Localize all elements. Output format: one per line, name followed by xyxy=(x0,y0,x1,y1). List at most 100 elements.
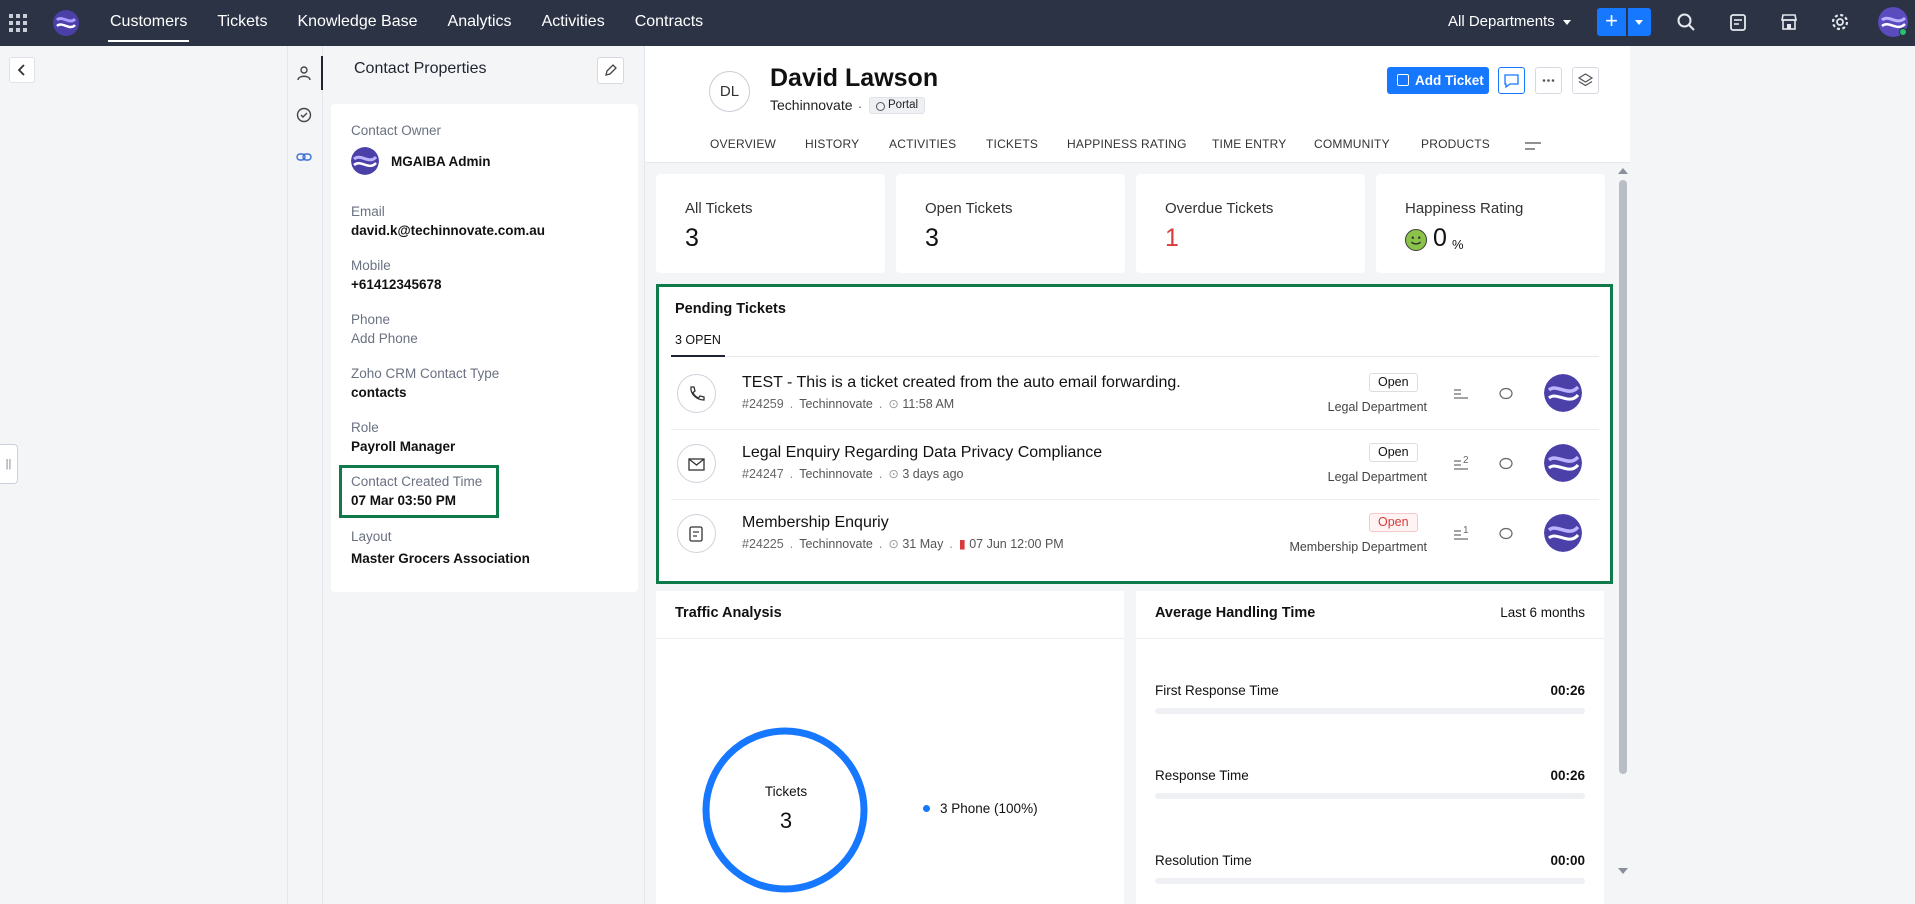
desk-logo[interactable] xyxy=(52,9,80,37)
status-badge[interactable]: Open xyxy=(1369,513,1418,532)
tab-open-tickets[interactable]: 3 OPEN xyxy=(675,333,721,347)
donut-center-value: 3 xyxy=(779,808,793,833)
metric-value: 00:26 xyxy=(1550,768,1585,783)
tab-activities[interactable]: ACTIVITIES xyxy=(889,137,956,151)
notes-icon[interactable] xyxy=(1728,12,1748,32)
tab-community[interactable]: COMMUNITY xyxy=(1314,137,1390,151)
comment-icon[interactable] xyxy=(1498,527,1514,541)
open-tickets-card[interactable]: Open Tickets 3 xyxy=(896,174,1125,273)
thread-list-icon[interactable] xyxy=(1453,387,1469,401)
scroll-up-arrow-icon[interactable] xyxy=(1618,168,1628,174)
nav-analytics[interactable]: Analytics xyxy=(448,0,512,46)
comment-icon[interactable] xyxy=(1498,387,1514,401)
portal-badge: Portal xyxy=(869,97,926,114)
ticket-number[interactable]: #24225 xyxy=(742,537,784,551)
card-title: Average Handling Time xyxy=(1155,605,1316,621)
assignee-avatar[interactable] xyxy=(1544,514,1582,552)
online-status-indicator xyxy=(1899,28,1907,36)
more-options-button[interactable] xyxy=(1535,67,1562,94)
ticket-subject[interactable]: Legal Enquiry Regarding Data Privacy Com… xyxy=(742,444,1102,462)
mobile-value[interactable]: +61412345678 xyxy=(351,277,441,292)
role-value[interactable]: Payroll Manager xyxy=(351,439,455,454)
ticket-number[interactable]: #24247 xyxy=(742,467,784,481)
ticket-account[interactable]: Techinnovate xyxy=(799,537,873,551)
left-gutter xyxy=(0,46,287,904)
tab-products[interactable]: PRODUCTS xyxy=(1421,137,1490,151)
edit-properties-button[interactable] xyxy=(597,57,624,84)
new-item-button[interactable]: + xyxy=(1597,8,1626,36)
clock-icon: ⊙ xyxy=(888,397,899,411)
properties-card xyxy=(331,104,638,592)
panel-collapse-handle[interactable]: || xyxy=(0,444,18,484)
legend-item-phone[interactable]: 3 Phone (100%) xyxy=(940,801,1038,816)
tab-overview[interactable]: OVERVIEW xyxy=(710,137,777,166)
contact-person-icon[interactable] xyxy=(296,65,312,81)
more-dots-icon xyxy=(1542,79,1555,82)
back-button[interactable] xyxy=(9,57,35,83)
layout-label: Layout xyxy=(351,529,392,544)
nav-tickets[interactable]: Tickets xyxy=(217,0,267,46)
ticket-subject[interactable]: Membership Enquriy xyxy=(742,514,889,532)
assignee-avatar[interactable] xyxy=(1544,444,1582,482)
add-phone-link[interactable]: Add Phone xyxy=(351,331,418,346)
metric-value: 00:00 xyxy=(1550,853,1585,868)
nav-customers[interactable]: Customers xyxy=(107,0,190,46)
stat-value: 1 xyxy=(1165,224,1179,252)
status-badge[interactable]: Open xyxy=(1369,443,1418,462)
period-selector[interactable]: Last 6 months xyxy=(1500,605,1585,620)
marketplace-icon[interactable] xyxy=(1779,12,1799,32)
email-icon xyxy=(688,458,705,471)
layout-value[interactable]: Master Grocers Association xyxy=(351,551,530,566)
thread-count: 2 xyxy=(1463,455,1469,466)
overdue-tickets-card[interactable]: Overdue Tickets 1 xyxy=(1136,174,1365,273)
assignee-avatar[interactable] xyxy=(1544,374,1582,412)
search-icon[interactable] xyxy=(1676,12,1696,32)
form-channel-badge xyxy=(677,514,716,553)
layers-button[interactable] xyxy=(1572,67,1599,94)
tab-time-entry[interactable]: TIME ENTRY xyxy=(1212,137,1286,151)
due-flag-icon: ▮ xyxy=(958,537,966,551)
status-badge[interactable]: Open xyxy=(1369,373,1418,392)
crm-type-value: contacts xyxy=(351,385,407,400)
row-divider xyxy=(671,499,1599,500)
ticket-department: Membership Department xyxy=(1289,540,1427,554)
happiness-rating-card[interactable]: Happiness Rating 0 % xyxy=(1376,174,1605,273)
settings-gear-icon[interactable] xyxy=(1830,12,1850,32)
crm-type-label: Zoho CRM Contact Type xyxy=(351,366,500,381)
created-time-value: 07 Mar 03:50 PM xyxy=(351,493,457,508)
scrollbar-thumb[interactable] xyxy=(1619,180,1627,774)
mobile-label: Mobile xyxy=(351,258,391,273)
ticket-subject[interactable]: TEST - This is a ticket created from the… xyxy=(742,374,1181,392)
chat-button[interactable] xyxy=(1498,67,1525,94)
ticket-number[interactable]: #24259 xyxy=(742,397,784,411)
email-value[interactable]: david.k@techinnovate.com.au xyxy=(351,223,545,238)
tab-menu-icon[interactable] xyxy=(1525,141,1541,151)
ticket-time: 3 days ago xyxy=(902,467,964,481)
nav-knowledge-base[interactable]: Knowledge Base xyxy=(297,0,417,46)
chevron-left-icon xyxy=(17,64,25,76)
check-circle-icon[interactable] xyxy=(296,107,312,123)
new-item-dropdown-button[interactable] xyxy=(1628,8,1651,36)
form-icon xyxy=(689,526,703,542)
tab-tickets[interactable]: TICKETS xyxy=(986,137,1038,151)
email-channel-badge xyxy=(677,444,716,483)
link-icon[interactable] xyxy=(296,149,312,165)
stat-label: All Tickets xyxy=(685,200,753,217)
ticket-account[interactable]: Techinnovate xyxy=(799,467,873,481)
app-grid-icon[interactable] xyxy=(8,13,28,33)
tab-happiness-rating[interactable]: HAPPINESS RATING xyxy=(1067,137,1187,151)
contact-name: David Lawson xyxy=(770,64,939,92)
tab-history[interactable]: HISTORY xyxy=(805,137,859,151)
ticket-meta: #24225. Techinnovate. ⊙ 31 May. ▮ 07 Jun 12… xyxy=(742,537,1064,551)
owner-name[interactable]: MGAIBA Admin xyxy=(391,154,491,169)
department-selector[interactable]: All Departments xyxy=(1448,0,1571,44)
contact-company[interactable]: Techinnovate xyxy=(770,97,853,113)
nav-contracts[interactable]: Contracts xyxy=(635,0,703,46)
add-ticket-label: Add Ticket xyxy=(1415,73,1484,88)
comment-icon[interactable] xyxy=(1498,457,1514,471)
scroll-down-arrow-icon[interactable] xyxy=(1618,868,1628,874)
all-tickets-card[interactable]: All Tickets 3 xyxy=(656,174,885,273)
ticket-account[interactable]: Techinnovate xyxy=(799,397,873,411)
add-ticket-button[interactable]: Add Ticket xyxy=(1387,67,1489,94)
nav-activities[interactable]: Activities xyxy=(542,0,605,46)
